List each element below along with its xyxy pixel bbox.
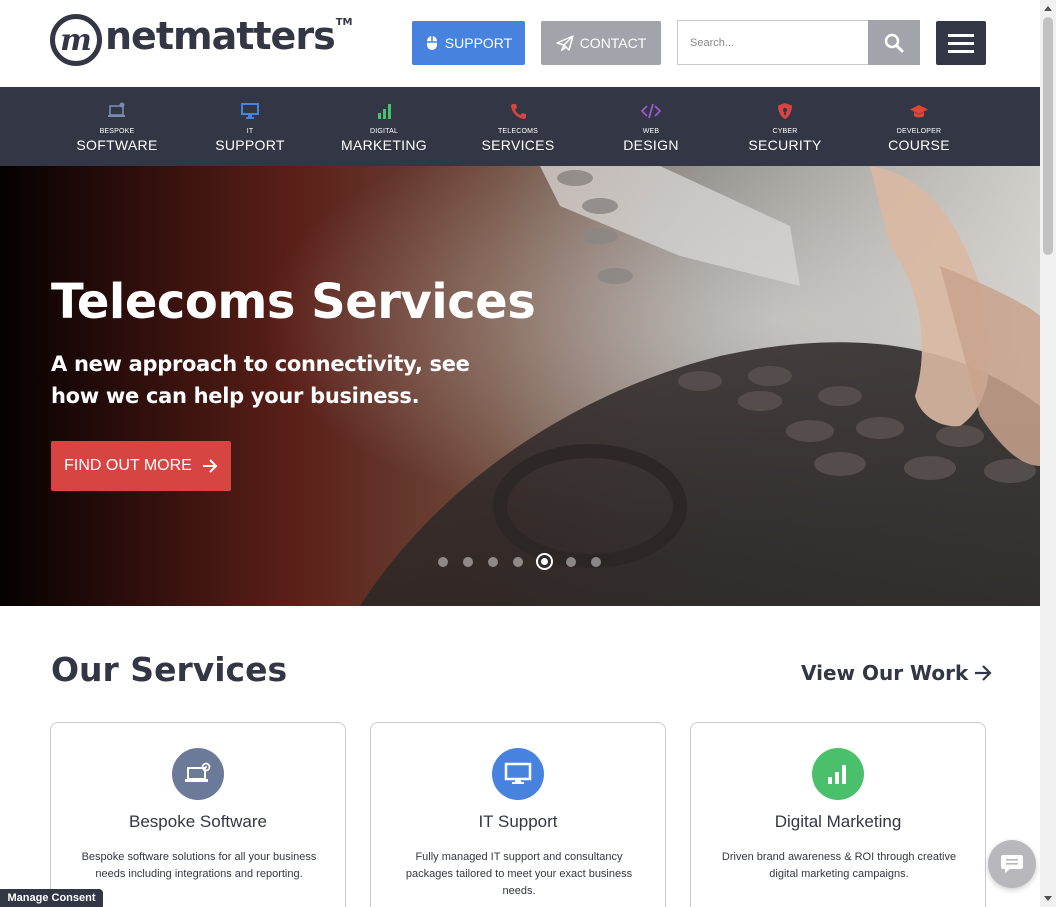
code-icon [641,103,661,119]
service-icon-circle [172,748,224,800]
paper-plane-icon [555,35,574,51]
slider-dot[interactable] [591,556,601,567]
bar-chart-icon [828,765,846,784]
service-card-description: Driven brand awareness & ROI through cre… [721,851,957,880]
service-icon-circle [492,748,544,800]
search-button[interactable] [868,20,920,65]
chat-icon [1001,855,1023,873]
logo-text: netmatters [105,14,336,58]
nav-item-label: Support [215,137,285,153]
nav-item-bespoke-software[interactable]: Bespoke Software [57,87,177,166]
services-nav: Bespoke Software IT Support Digital Mark… [0,87,1040,166]
bar-chart-icon [378,104,391,119]
scrollbar-thumb[interactable] [1043,17,1053,255]
nav-item-small-label: Web [642,128,660,135]
nav-item-developer-course[interactable]: Developer Course [859,87,979,166]
nav-item-label: Services [481,137,555,153]
view-our-work-label: View Our Work [801,661,969,685]
support-label: SUPPORT [444,35,513,51]
nav-item-small-label: Telecoms [497,128,539,135]
contact-label: CONTACT [579,35,647,51]
service-card-bespoke-software[interactable]: Bespoke Software Bespoke software soluti… [50,722,346,907]
mouse-icon [426,36,437,50]
contact-button[interactable]: CONTACT [541,21,661,65]
menu-bar [948,41,974,45]
hero-title: Telecoms Services [51,274,536,330]
search-icon [884,33,904,52]
services-heading: Our Services [51,650,288,689]
nav-item-label: Software [76,137,158,153]
service-card-title: IT Support [478,812,558,831]
hero-slider: Telecoms Services A new approach to conn… [0,166,1040,606]
service-card-description: Fully managed IT support and consultancy… [405,851,633,897]
nav-item-label: Security [748,137,822,153]
nav-item-small-label: Digital [369,128,399,135]
laptop-gear-icon [185,762,211,782]
service-card-title: Bespoke Software [129,812,267,831]
hamburger-menu-button[interactable] [936,21,986,65]
search-input[interactable] [677,20,869,65]
phone-icon [511,104,526,119]
nav-item-cyber-security[interactable]: Cyber Security [725,87,845,166]
menu-bar [948,33,974,37]
nav-item-telecoms-services[interactable]: Telecoms Services [458,87,578,166]
nav-item-label: Marketing [341,137,427,153]
arrow-right-icon [975,665,992,681]
slider-dot[interactable] [513,556,523,567]
monitor-icon [241,103,259,119]
nav-item-it-support[interactable]: IT Support [190,87,310,166]
logo-mark: m [50,14,102,66]
site-header: m netmatters TM SUPPORT CONTACT [0,0,1040,87]
service-card-description: Bespoke software solutions for all your … [81,851,317,880]
nav-item-small-label: Bespoke [99,128,135,135]
nav-item-digital-marketing[interactable]: Digital Marketing [324,87,444,166]
slider-dot[interactable] [488,556,498,567]
service-card-digital-marketing[interactable]: Digital Marketing Driven brand awareness… [690,722,986,907]
hero-subtitle: A new approach to connectivity, see how … [51,352,470,408]
arrow-right-icon [202,459,218,473]
chat-button[interactable] [988,840,1036,888]
nav-item-web-design[interactable]: Web Design [591,87,711,166]
service-card-it-support[interactable]: IT Support Fully managed IT support and … [370,722,666,907]
nav-item-small-label: Developer [896,128,942,135]
manage-consent-button[interactable]: Manage Consent [0,889,103,907]
netmatters-logo[interactable]: m netmatters TM [50,14,353,66]
slider-dot[interactable] [438,556,448,567]
slider-dot[interactable] [566,556,576,567]
nav-item-label: Design [623,137,679,153]
shield-icon [778,103,792,119]
menu-bar [948,49,974,53]
nav-item-small-label: IT [246,128,254,135]
service-card-title: Digital Marketing [774,812,902,831]
slider-pagination [438,553,601,570]
monitor-icon [504,762,532,784]
graduation-cap-icon [910,105,928,118]
logo-trademark: TM [335,16,353,28]
slider-dot[interactable] [463,556,473,567]
nav-item-label: Course [888,137,950,153]
scroll-down-arrow-icon[interactable] [1040,891,1056,907]
view-our-work-link[interactable]: View Our Work [801,661,992,685]
service-icon-circle [812,748,864,800]
slider-dot-active[interactable] [536,553,553,570]
page-scrollbar[interactable] [1040,0,1056,907]
laptop-gear-icon [108,102,125,117]
support-button[interactable]: SUPPORT [412,21,525,65]
scroll-up-arrow-icon[interactable] [1040,0,1056,16]
find-out-more-button[interactable]: FIND OUT MORE [51,441,231,491]
find-out-more-label: FIND OUT MORE [64,457,192,474]
nav-item-small-label: Cyber [772,128,798,135]
